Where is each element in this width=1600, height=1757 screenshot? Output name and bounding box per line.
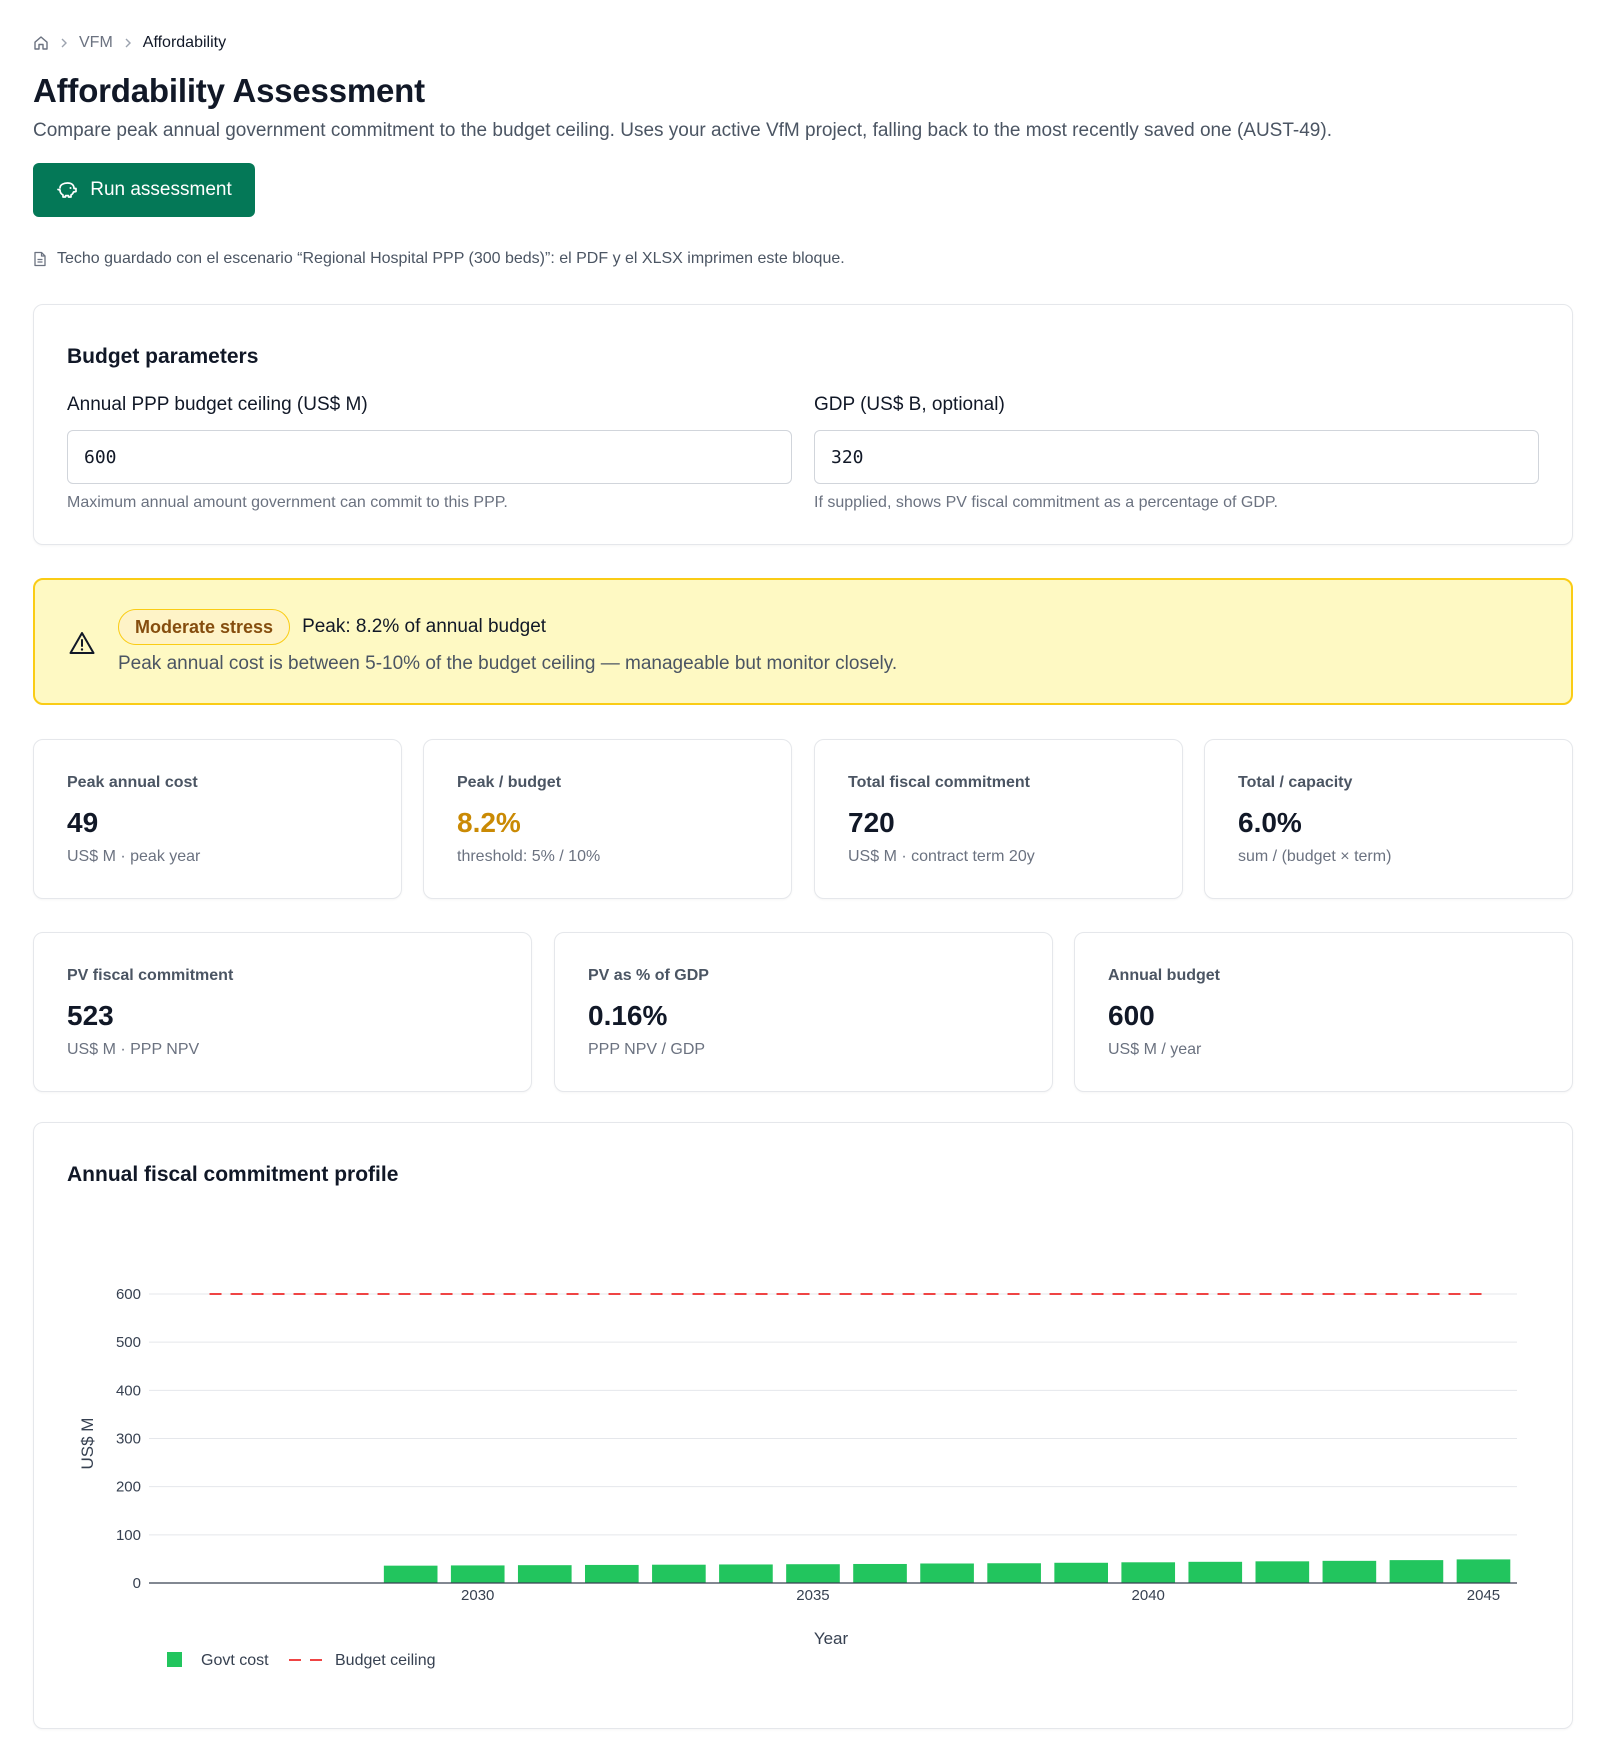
y-axis-label: US$ M (78, 1418, 97, 1470)
y-tick-label: 500 (116, 1334, 141, 1351)
bar (585, 1564, 639, 1583)
kpi-value: 49 (67, 807, 99, 838)
kpi-card-total-fiscal-commitment: Total fiscal commitment 720 US$ M · cont… (814, 739, 1183, 899)
chevron-right-icon (59, 37, 69, 49)
document-icon (33, 251, 47, 267)
budget-ceiling-field: Annual PPP budget ceiling (US$ M) 600 Ma… (67, 394, 792, 512)
kpi-card-annual-budget: Annual budget 600 US$ M / year (1074, 932, 1573, 1092)
page-description: Compare peak annual government commitmen… (33, 120, 1332, 141)
kpi-subtext: threshold: 5% / 10% (457, 848, 601, 865)
kpi-label: Annual budget (1108, 967, 1220, 984)
kpi-subtext: US$ M / year (1108, 1041, 1202, 1058)
y-tick-label: 400 (116, 1382, 141, 1399)
stress-alert: Moderate stress Peak: 8.2% of annual bud… (33, 578, 1573, 705)
gdp-field: GDP (US$ B, optional) 320 If supplied, s… (814, 394, 1539, 512)
bar (786, 1564, 840, 1583)
bar (1255, 1561, 1310, 1583)
bar (853, 1563, 907, 1583)
legend-swatch-govt-cost (167, 1652, 182, 1667)
budget-ceiling-label: Annual PPP budget ceiling (US$ M) (67, 394, 368, 415)
breadcrumb-item-vfm[interactable]: VFM (79, 34, 113, 52)
budget-ceiling-hint: Maximum annual amount government can com… (67, 494, 508, 511)
alert-description: Peak annual cost is between 5-10% of the… (118, 653, 898, 674)
x-tick-label: 2030 (461, 1587, 494, 1604)
breadcrumb: VFM Affordability (33, 33, 226, 53)
gdp-hint: If supplied, shows PV fiscal commitment … (814, 494, 1278, 511)
warning-triangle-icon (68, 630, 96, 661)
kpi-subtext: US$ M · contract term 20y (848, 848, 1035, 865)
commitment-profile-card: Annual fiscal commitment profile 0 100 200… (33, 1122, 1573, 1729)
run-assessment-label: Run assessment (90, 179, 232, 200)
y-tick-label: 200 (116, 1479, 141, 1496)
x-tick-label: 2035 (796, 1587, 829, 1604)
bar (1188, 1561, 1243, 1583)
y-tick-label: 0 (133, 1575, 141, 1592)
kpi-label: Peak annual cost (67, 774, 198, 791)
kpi-subtext: US$ M · PPP NPV (67, 1041, 200, 1058)
kpi-value: 6.0% (1238, 807, 1302, 838)
bar (517, 1565, 572, 1583)
piggy-bank-icon (56, 180, 78, 200)
page-title: Affordability Assessment (33, 72, 425, 109)
kpi-value: 8.2% (457, 807, 521, 838)
bar (1389, 1560, 1444, 1583)
kpi-card-pv-fiscal-commitment: PV fiscal commitment 523 US$ M · PPP NPV (33, 932, 532, 1092)
kpi-label: Total / capacity (1238, 774, 1353, 791)
gdp-input[interactable]: 320 (814, 430, 1539, 484)
budget-parameters-card: Budget parameters Annual PPP budget ceil… (33, 304, 1573, 545)
budget-parameters-title: Budget parameters (67, 345, 259, 368)
home-icon[interactable] (33, 35, 49, 51)
bar (450, 1565, 505, 1583)
bar (719, 1564, 773, 1583)
bar (1121, 1562, 1176, 1583)
budget-ceiling-input[interactable]: 600 (67, 430, 792, 484)
legend-label-govt-cost: Govt cost (201, 1652, 269, 1669)
chevron-right-icon (123, 37, 133, 49)
x-axis-label: Year (814, 1629, 849, 1648)
commitment-profile-chart: 0 100 200 300 400 500 600 2030 2035 2040 2045 Year U… (78, 1286, 1517, 1669)
kpi-value: 0.16% (588, 1000, 668, 1031)
bar (920, 1563, 974, 1583)
gdp-label: GDP (US$ B, optional) (814, 394, 1005, 415)
kpi-label: PV fiscal commitment (67, 967, 234, 984)
bar (1054, 1562, 1108, 1583)
kpi-label: Total fiscal commitment (848, 774, 1030, 791)
saved-scenario-note: Techo guardado con el escenario “Regiona… (33, 250, 845, 268)
kpi-value: 523 (67, 1000, 114, 1031)
kpi-card-peak-annual-cost: Peak annual cost 49 US$ M · peak year (33, 739, 402, 899)
bar (1456, 1559, 1511, 1583)
kpi-value: 600 (1108, 1000, 1155, 1031)
alert-headline: Peak: 8.2% of annual budget (302, 616, 547, 637)
y-tick-label: 300 (116, 1431, 141, 1448)
kpi-subtext: US$ M · peak year (67, 848, 201, 865)
bar (1322, 1560, 1377, 1583)
x-tick-label: 2045 (1467, 1587, 1500, 1604)
bar (383, 1565, 438, 1583)
legend-label-budget-ceiling: Budget ceiling (335, 1652, 436, 1669)
kpi-subtext: sum / (budget × term) (1238, 848, 1392, 865)
kpi-label: Peak / budget (457, 774, 562, 791)
kpi-card-pv-gdp: PV as % of GDP 0.16% PPP NPV / GDP (554, 932, 1053, 1092)
y-tick-label: 600 (116, 1286, 141, 1303)
kpi-value: 720 (848, 807, 895, 838)
kpi-card-total-capacity: Total / capacity 6.0% sum / (budget × te… (1204, 739, 1573, 899)
bar (652, 1564, 706, 1583)
kpi-label: PV as % of GDP (588, 967, 709, 984)
note-text: Techo guardado con el escenario “Regiona… (57, 250, 845, 267)
breadcrumb-item-affordability: Affordability (142, 34, 227, 51)
kpi-card-peak-budget: Peak / budget 8.2% threshold: 5% / 10% (423, 739, 792, 899)
stress-badge: Moderate stress (118, 609, 291, 645)
run-assessment-button[interactable]: Run assessment (33, 163, 255, 217)
bar (987, 1563, 1041, 1583)
y-tick-label: 100 (116, 1527, 141, 1544)
kpi-subtext: PPP NPV / GDP (588, 1041, 706, 1058)
x-tick-label: 2040 (1132, 1587, 1165, 1604)
